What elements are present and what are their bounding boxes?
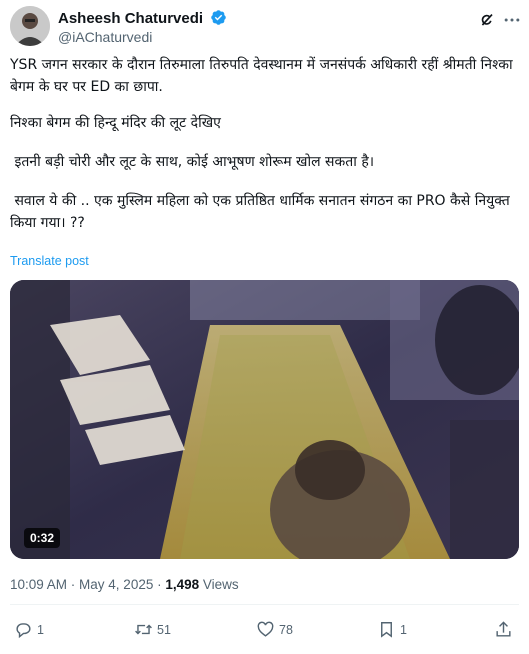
repost-button[interactable]: 51 [134,620,171,639]
post-text: YSR जगन सरकार के दौरान तिरुमाला तिरुपति … [10,54,515,234]
views-count: 1,498 [165,577,200,592]
like-icon [257,621,274,637]
bookmark-button[interactable]: 1 [377,620,407,639]
retweet-icon [135,624,152,635]
post-header: Asheesh Chaturvedi @iAChaturvedi [10,6,522,48]
like-count: 78 [279,622,293,637]
post-paragraph-4: सवाल ये की .. एक मुस्लिम महिला को एक प्र… [10,193,515,231]
post-date[interactable]: May 4, 2025 [79,577,153,592]
reply-button[interactable]: 1 [14,620,44,639]
post-paragraph-3: इतनी बड़ी चोरी और लूट के साथ, कोई आभूषण … [10,154,375,170]
post-time[interactable]: 10:09 AM [10,577,67,592]
share-button[interactable] [494,620,517,639]
more-options-icon[interactable] [502,10,522,30]
reply-icon [16,623,31,639]
meta-separator-2: · [153,577,166,592]
author-handle[interactable]: @iAChaturvedi [58,29,152,45]
verified-badge-icon [211,10,226,25]
divider [10,604,519,605]
video-frame [10,280,519,559]
author-name[interactable]: Asheesh Chaturvedi [58,10,203,27]
reply-count: 1 [37,622,44,637]
bookmark-icon [381,622,392,638]
post-paragraph-1: YSR जगन सरकार के दौरान तिरुमाला तिरुपति … [10,57,518,95]
grok-icon[interactable] [477,10,497,30]
translate-post-link[interactable]: Translate post [10,254,89,268]
video-duration: 0:32 [24,528,61,548]
bookmark-count: 1 [400,622,407,637]
views-label: Views [199,577,239,592]
share-icon [496,621,511,637]
video-player[interactable]: 0:32 [10,280,519,559]
like-button[interactable]: 78 [256,620,293,639]
author-name-line[interactable]: Asheesh Chaturvedi [58,9,227,27]
post-paragraph-2: निश्का बेगम की हिन्दू मंदिर की लूट देखिए [10,115,221,131]
meta-separator: · [67,577,80,592]
action-bar: 1 51 78 1 [10,618,519,644]
repost-count: 51 [157,622,171,637]
author-avatar[interactable] [10,6,50,46]
post-meta: 10:09 AM · May 4, 2025 · 1,498 Views [10,577,239,592]
